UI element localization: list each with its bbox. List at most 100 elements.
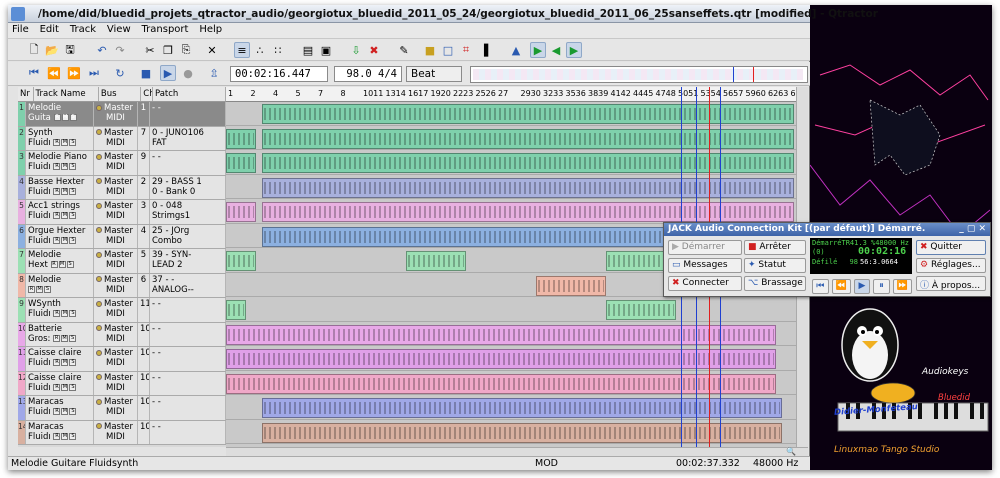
- track-bus-cell[interactable]: Master MIDI: [94, 102, 138, 126]
- track-patch-cell[interactable]: 39 - SYN- LEAD 2: [150, 249, 226, 273]
- track-patch-cell[interactable]: - -: [150, 151, 226, 175]
- track-channel[interactable]: 2: [138, 175, 150, 199]
- solo-toggle-icon[interactable]: S: [69, 334, 77, 342]
- midi-clip[interactable]: [226, 128, 256, 149]
- app-icon[interactable]: [11, 7, 25, 21]
- track-channel[interactable]: 4: [138, 224, 150, 248]
- snap-select[interactable]: Beat: [406, 66, 462, 82]
- menu-transport[interactable]: Transport: [138, 23, 193, 36]
- track-channel[interactable]: 10: [138, 420, 150, 444]
- track-name-cell[interactable]: Synth Fluidı RMS: [26, 126, 94, 150]
- track-lane[interactable]: [226, 176, 796, 199]
- save-icon[interactable]: 🖫: [62, 42, 78, 58]
- undo-icon[interactable]: ↶: [94, 42, 110, 58]
- track-name[interactable]: Orgue Hexter: [28, 226, 91, 236]
- menu-file[interactable]: File: [8, 23, 33, 36]
- mute-toggle-icon[interactable]: M: [61, 334, 69, 342]
- track-name-cell[interactable]: Caisse claire Fluidı RMS: [26, 347, 94, 371]
- track-name-cell[interactable]: Melodie Guita RMS: [26, 102, 94, 126]
- track-name[interactable]: Maracas: [28, 397, 91, 407]
- track-bus-cell[interactable]: Master MIDI: [94, 224, 138, 248]
- track-row[interactable]: 5 Acc1 strings Fluidı R M S Master MIDI 3 0 - 04…: [18, 200, 226, 225]
- solo-toggle-icon[interactable]: S: [44, 285, 51, 293]
- track-patch-cell[interactable]: 29 - BASS 10 - Bank 0: [150, 175, 226, 199]
- record-toggle-icon[interactable]: R: [53, 212, 61, 219]
- metronome-icon[interactable]: ▲: [508, 42, 524, 58]
- mute-toggle-icon[interactable]: M: [36, 285, 43, 293]
- track-patch-cell[interactable]: - -: [150, 102, 226, 126]
- track-row[interactable]: 12Caisse claireFluidı RMSMasterMIDI10- -: [18, 371, 226, 396]
- import-icon[interactable]: ⇩: [348, 42, 364, 58]
- track-row[interactable]: 4 Basse Hexter Fluidı R M S Master MIDI 2 29 - B…: [18, 175, 226, 200]
- record-toggle-icon[interactable]: R: [53, 114, 61, 121]
- session-overview[interactable]: [470, 66, 808, 83]
- jack-connect-button[interactable]: ✖ Connecter: [668, 276, 742, 291]
- track-channel[interactable]: 9: [138, 151, 150, 175]
- record-toggle-icon[interactable]: R: [53, 383, 61, 391]
- stop-icon[interactable]: ■: [138, 65, 154, 81]
- mute-toggle-icon[interactable]: M: [61, 212, 69, 219]
- header-track-name[interactable]: Track Name: [34, 87, 99, 101]
- track-name-cell[interactable]: Basse Hexter Fluidı RMS: [26, 175, 94, 199]
- jack-patchbay-button[interactable]: ⌥ Brassage: [744, 276, 806, 291]
- track-properties-icon[interactable]: ▣: [318, 42, 334, 58]
- track-channel[interactable]: 11: [138, 298, 150, 322]
- track-lane[interactable]: [226, 347, 796, 371]
- solo-toggle-icon[interactable]: S: [69, 114, 77, 121]
- new-file-icon[interactable]: 🗋: [26, 42, 42, 58]
- fast-forward-icon[interactable]: ⏩: [66, 65, 82, 81]
- track-lane[interactable]: [226, 102, 796, 126]
- forward-to-end-icon[interactable]: ⏭: [86, 65, 102, 81]
- track-name[interactable]: Acc1 strings: [28, 201, 91, 211]
- open-folder-icon[interactable]: 📂: [44, 42, 60, 58]
- track-row[interactable]: 14MaracasFluidı RMSMasterMIDI10- -: [18, 420, 226, 445]
- tempo-spinbox[interactable]: 98.0 4/4: [334, 66, 402, 82]
- midi-clip[interactable]: [262, 177, 794, 198]
- mute-toggle-icon[interactable]: M: [61, 383, 69, 391]
- jack-start-button[interactable]: ▶ Démarrer: [668, 240, 742, 255]
- menu-track[interactable]: Track: [66, 23, 100, 36]
- mute-toggle-icon[interactable]: M: [61, 359, 69, 366]
- track-patch-cell[interactable]: - -: [150, 347, 226, 371]
- track-row[interactable]: 2 Synth Fluidı R M S Master MIDI 7 0 - JUNO106 FA…: [18, 126, 226, 151]
- jack-forward-icon[interactable]: ⏩: [892, 279, 912, 294]
- midi-clip[interactable]: [406, 251, 466, 271]
- midi-clip[interactable]: [606, 300, 676, 320]
- solo-toggle-icon[interactable]: S: [69, 163, 77, 170]
- track-row[interactable]: 1 Melodie Guita R M S Master MIDI 1- -: [18, 102, 226, 127]
- solo-toggle-icon[interactable]: S: [69, 310, 77, 317]
- mute-toggle-icon[interactable]: M: [61, 310, 69, 317]
- header-nr[interactable]: Nr: [18, 87, 34, 101]
- jack-stop-button[interactable]: ■ Arrêter: [744, 240, 806, 255]
- mute-toggle-icon[interactable]: M: [58, 261, 66, 268]
- copy-icon[interactable]: ❐: [160, 42, 176, 58]
- solo-toggle-icon[interactable]: S: [69, 187, 77, 195]
- auto-backward-icon[interactable]: ◀: [548, 42, 564, 58]
- track-name[interactable]: Melodie Piano: [28, 152, 91, 162]
- track-name-cell[interactable]: Maracas Fluidı RMS: [26, 396, 94, 420]
- midi-clip[interactable]: [536, 275, 606, 296]
- solo-toggle-icon[interactable]: S: [69, 408, 77, 415]
- zoom-controls-icon[interactable]: 🔍: [786, 447, 796, 456]
- select-clip-icon[interactable]: ≡: [234, 42, 250, 58]
- midi-clip[interactable]: [262, 104, 794, 124]
- solo-toggle-icon[interactable]: S: [69, 236, 77, 244]
- record-toggle-icon[interactable]: R: [28, 285, 35, 293]
- track-patch-cell[interactable]: 0 - JUNO106 FAT: [150, 126, 226, 150]
- track-patch-cell[interactable]: 0 - 048 Strimgs1: [150, 200, 226, 224]
- jack-quit-button[interactable]: ✖ Quitter: [916, 240, 986, 255]
- redo-icon[interactable]: ↷: [112, 42, 128, 58]
- record-toggle-icon[interactable]: R: [53, 163, 61, 170]
- track-patch-cell[interactable]: - -: [150, 298, 226, 322]
- solo-toggle-icon[interactable]: S: [69, 212, 77, 219]
- track-name-cell[interactable]: Acc1 strings Fluidı RMS: [26, 200, 94, 224]
- delete-icon[interactable]: ✕: [204, 42, 220, 58]
- record-toggle-icon[interactable]: R: [53, 432, 61, 440]
- paste-icon[interactable]: ⎘: [178, 42, 194, 58]
- solo-toggle-icon[interactable]: S: [66, 261, 74, 268]
- midi-clip[interactable]: [262, 153, 794, 173]
- track-bus-cell[interactable]: Master MIDI: [94, 273, 138, 297]
- time-ruler[interactable]: 1 2 4 5 7 8 1011 1314 1617 1920 2223 2526 27 2930 3233…: [226, 87, 796, 102]
- menu-view[interactable]: View: [103, 23, 135, 36]
- mute-toggle-icon[interactable]: M: [61, 236, 69, 244]
